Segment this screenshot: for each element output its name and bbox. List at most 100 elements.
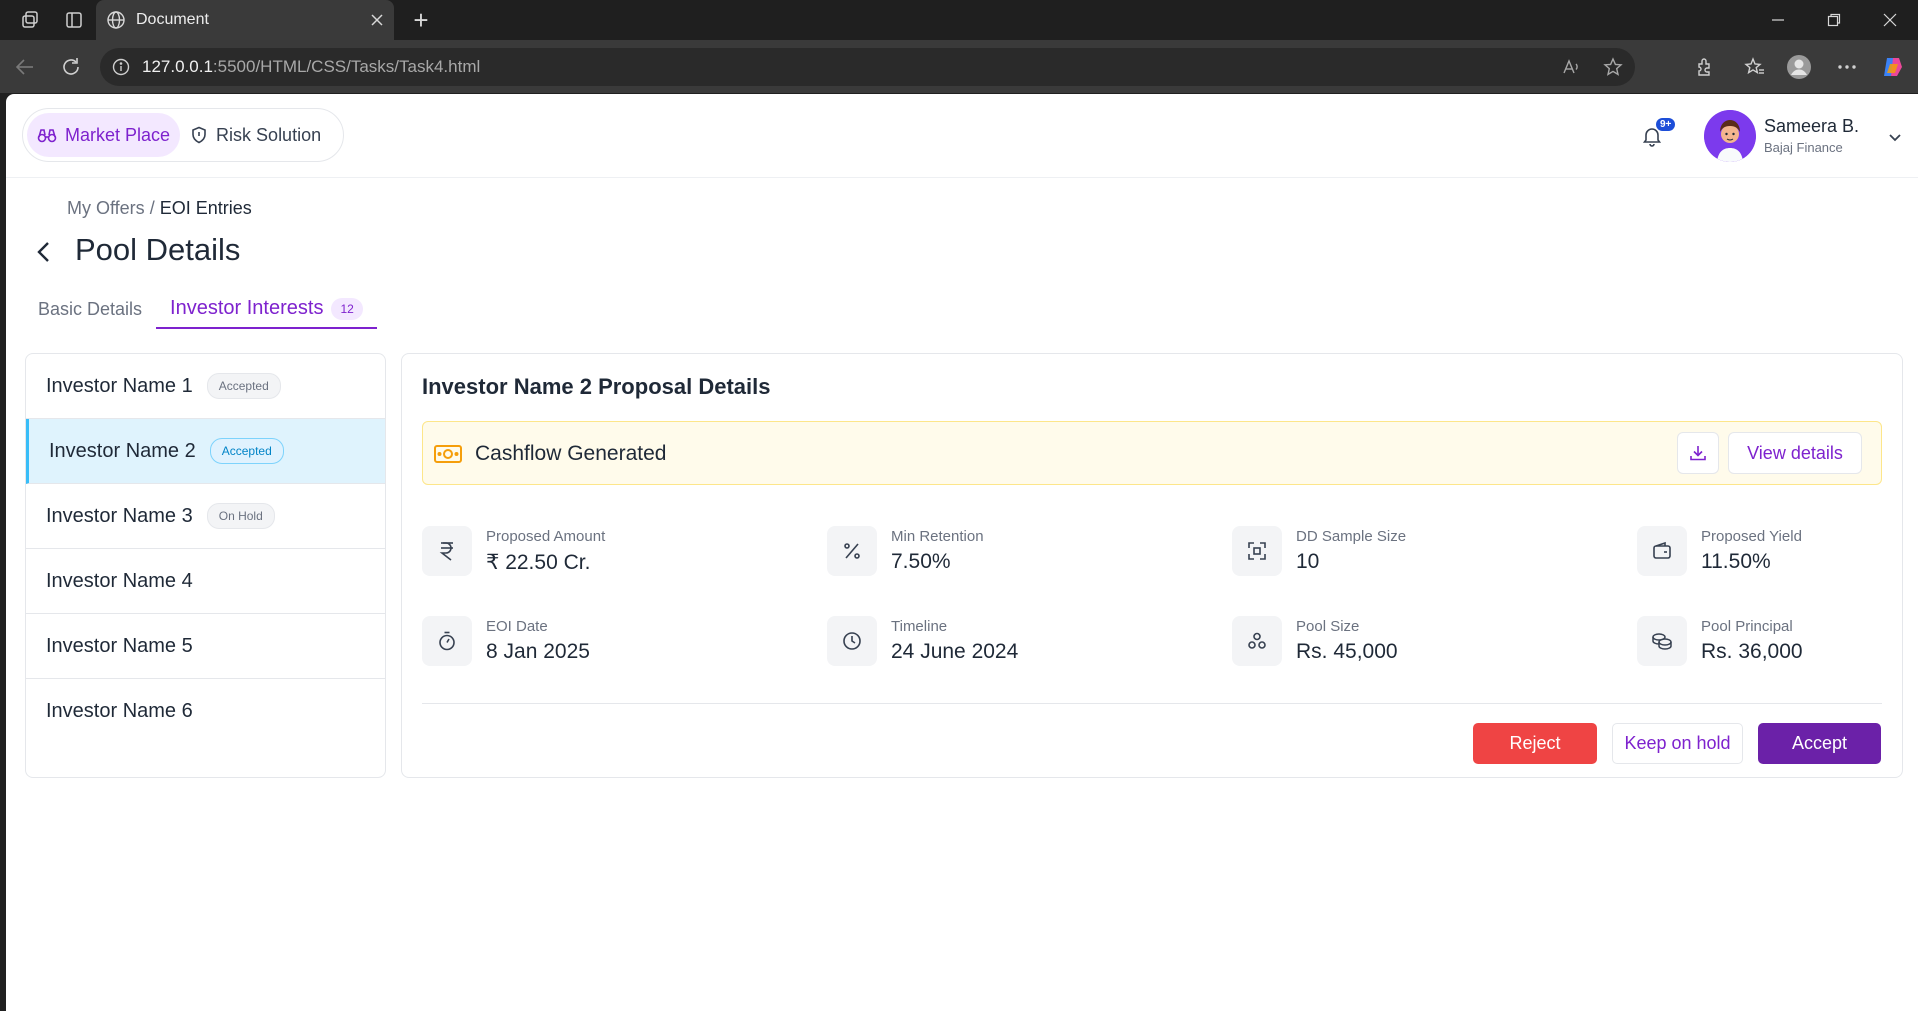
investor-list-item[interactable]: Investor Name 1 Accepted [26, 354, 385, 419]
metric-pool-size: Pool Size Rs. 45,000 [1232, 616, 1612, 676]
segment-risk-solution[interactable]: Risk Solution [180, 113, 331, 157]
investor-list-item[interactable]: Investor Name 2 Accepted [26, 419, 385, 484]
back-arrow-icon[interactable] [28, 236, 60, 268]
restore-icon[interactable] [1806, 0, 1862, 40]
download-icon [1689, 444, 1707, 462]
profile-icon[interactable] [1786, 54, 1812, 80]
metric-label: Min Retention [891, 528, 984, 545]
metric-label: Timeline [891, 618, 948, 635]
browser-tab-bar: Document + [0, 0, 1918, 40]
user-name: Sameera B. [1764, 116, 1860, 136]
metric-value: Rs. 36,000 [1701, 640, 1803, 663]
cashflow-banner: Cashflow Generated View details [422, 421, 1882, 485]
metric-value: 8 Jan 2025 [486, 640, 590, 663]
investor-name: Investor Name 6 [46, 700, 193, 722]
metric-label: DD Sample Size [1296, 528, 1407, 545]
metric-label: Pool Size [1296, 618, 1360, 635]
metric-label: Proposed Yield [1701, 528, 1802, 545]
breadcrumb-link-my-offers[interactable]: My Offers [67, 198, 145, 218]
close-window-icon[interactable] [1862, 0, 1918, 40]
view-details-button[interactable]: View details [1728, 432, 1862, 474]
tab-title: Document [136, 11, 209, 28]
breadcrumb: My Offers / EOI Entries [67, 198, 252, 219]
reject-button[interactable]: Reject [1473, 723, 1597, 764]
metric-value: 7.50% [891, 550, 951, 573]
notification-badge: 9+ [1656, 118, 1676, 131]
status-badge: Accepted [209, 438, 284, 464]
count-badge: 12 [331, 297, 363, 320]
tab-label: Basic Details [38, 299, 143, 319]
investor-name: Investor Name 1 [46, 374, 193, 397]
metric-value: ₹ 22.50 Cr. [486, 551, 591, 574]
address-bar[interactable]: 127.0.0.1:5500/HTML/CSS/Tasks/Task4.html [100, 48, 1635, 86]
divider [422, 703, 1882, 704]
investor-list-item[interactable]: Investor Name 4 [26, 549, 385, 614]
browser-tab[interactable]: Document [96, 0, 394, 40]
globe-icon [106, 10, 126, 30]
investor-list-item[interactable]: Investor Name 5 [26, 614, 385, 679]
close-tab-icon[interactable] [370, 13, 384, 27]
breadcrumb-separator: / [149, 198, 155, 218]
site-info-icon[interactable] [112, 58, 130, 76]
breadcrumb-current: EOI Entries [159, 198, 252, 218]
metric-min-retention: Min Retention 7.50% [827, 526, 1207, 586]
workspaces-icon[interactable] [18, 8, 42, 32]
proposal-title: Investor Name 2 Proposal Details [422, 374, 771, 399]
metric-value: 24 June 2024 [891, 640, 1019, 663]
investor-list: Investor Name 1 Accepted Investor Name 2… [25, 353, 386, 778]
cashflow-label: Cashflow Generated [475, 442, 667, 465]
detail-tabs: Basic Details Investor Interests 12 [24, 290, 377, 329]
keep-on-hold-button[interactable]: Keep on hold [1612, 723, 1743, 764]
url-text: 127.0.0.1:5500/HTML/CSS/Tasks/Task4.html [142, 57, 481, 76]
metric-pool-principal: Pool Principal Rs. 36,000 [1637, 616, 1918, 676]
notification-bell-icon[interactable]: 9+ [1640, 118, 1676, 152]
metric-label: Proposed Amount [486, 528, 606, 545]
favorites-icon[interactable] [1742, 54, 1768, 80]
metric-value: 10 [1296, 550, 1320, 573]
back-nav-icon[interactable] [12, 54, 38, 80]
user-organization: Bajaj Finance [1764, 140, 1843, 155]
vertical-tabs-icon[interactable] [62, 8, 86, 32]
page-title: Pool Details [75, 232, 241, 267]
status-badge: On Hold [206, 503, 275, 529]
tab-label: Investor Interests [170, 297, 324, 319]
investor-list-item[interactable]: Investor Name 3 On Hold [26, 484, 385, 549]
new-tab-icon[interactable]: + [408, 7, 434, 34]
metric-eoi-date: EOI Date 8 Jan 2025 [422, 616, 802, 676]
segment-label: Risk Solution [216, 124, 322, 145]
minimize-icon[interactable] [1750, 0, 1806, 40]
read-aloud-icon[interactable] [1561, 57, 1581, 77]
segment-market-place[interactable]: Market Place [27, 113, 181, 157]
reload-icon[interactable] [58, 54, 84, 80]
clock-icon [827, 616, 877, 666]
status-badge: Accepted [206, 373, 281, 399]
app-header: Market Place Risk Solution 9+ Sameera B.… [6, 94, 1918, 178]
cash-icon [433, 442, 463, 466]
metric-proposed-yield: Proposed Yield 11.50% [1637, 526, 1918, 586]
investor-list-item[interactable]: Investor Name 6 [26, 679, 385, 744]
download-button[interactable] [1677, 432, 1719, 474]
metric-label: Pool Principal [1701, 618, 1793, 635]
metric-dd-sample-size: DD Sample Size 10 [1232, 526, 1612, 586]
stopwatch-icon [422, 616, 472, 666]
accept-button[interactable]: Accept [1758, 723, 1881, 764]
percent-icon [827, 526, 877, 576]
investor-name: Investor Name 4 [46, 569, 193, 592]
tab-investor-interests[interactable]: Investor Interests 12 [156, 290, 377, 329]
extensions-icon[interactable] [1692, 54, 1718, 80]
segment-label: Market Place [65, 124, 171, 145]
investor-name: Investor Name 5 [46, 634, 193, 657]
circles-icon [1232, 616, 1282, 666]
coins-icon [1637, 616, 1687, 666]
favorite-star-icon[interactable] [1603, 57, 1623, 77]
more-options-icon[interactable] [1834, 54, 1860, 80]
page-viewport: Market Place Risk Solution 9+ Sameera B.… [6, 94, 1918, 1011]
chevron-down-icon[interactable] [1886, 128, 1904, 146]
metric-timeline: Timeline 24 June 2024 [827, 616, 1207, 676]
wallet-icon [1637, 526, 1687, 576]
tab-basic-details[interactable]: Basic Details [24, 290, 156, 329]
copilot-icon[interactable] [1880, 54, 1906, 80]
investor-name: Investor Name 3 [46, 504, 193, 527]
proposal-details-panel: Investor Name 2 Proposal Details Cashflo… [401, 353, 1903, 778]
avatar[interactable] [1704, 110, 1756, 162]
